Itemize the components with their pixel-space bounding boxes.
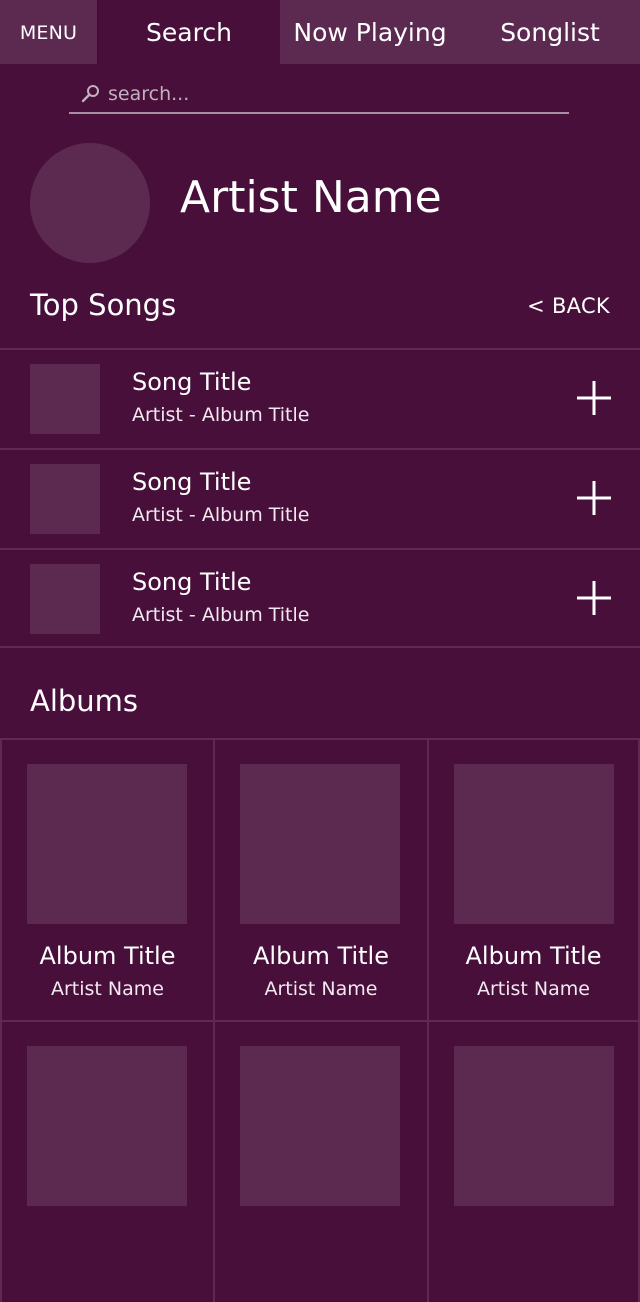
album-grid: Album Title Artist Name Album Title Arti…: [0, 738, 640, 1302]
plus-icon[interactable]: [576, 380, 612, 416]
tab-now-playing[interactable]: Now Playing: [280, 0, 460, 64]
song-title: Song Title: [132, 368, 252, 396]
artist-name: Artist Name: [180, 172, 442, 223]
song-thumbnail: [30, 464, 100, 534]
song-title: Song Title: [132, 568, 252, 596]
album-cover: [454, 764, 614, 924]
song-thumbnail: [30, 564, 100, 634]
search-input[interactable]: [108, 79, 569, 109]
tab-search[interactable]: Search: [98, 0, 280, 64]
song-row[interactable]: Song Title Artist - Album Title: [0, 548, 640, 648]
album-card[interactable]: [213, 1020, 427, 1302]
album-card[interactable]: Album Title Artist Name: [213, 738, 427, 1020]
album-artist: Artist Name: [51, 978, 164, 1000]
back-button[interactable]: < BACK: [527, 294, 610, 318]
song-subtitle: Artist - Album Title: [132, 504, 310, 526]
song-title: Song Title: [132, 468, 252, 496]
album-cover: [454, 1046, 614, 1206]
album-title: Album Title: [465, 942, 602, 970]
album-card[interactable]: Album Title Artist Name: [427, 738, 640, 1020]
tab-songlist-label: Songlist: [500, 17, 600, 47]
top-navigation: MENU Search Now Playing Songlist: [0, 0, 640, 64]
song-row[interactable]: Song Title Artist - Album Title: [0, 448, 640, 548]
plus-icon[interactable]: [576, 480, 612, 516]
album-card[interactable]: Album Title Artist Name: [0, 738, 213, 1020]
album-title: Album Title: [39, 942, 176, 970]
song-row[interactable]: Song Title Artist - Album Title: [0, 348, 640, 448]
album-cover: [240, 764, 400, 924]
album-card[interactable]: [0, 1020, 213, 1302]
tab-songlist[interactable]: Songlist: [460, 0, 640, 64]
tab-search-label: Search: [146, 17, 232, 47]
albums-heading: Albums: [30, 684, 139, 718]
menu-button-label: MENU: [19, 22, 78, 44]
song-thumbnail: [30, 364, 100, 434]
song-list: Song Title Artist - Album Title Song Tit…: [0, 348, 640, 648]
album-card[interactable]: [427, 1020, 640, 1302]
album-cover: [27, 764, 187, 924]
search-icon: [81, 85, 99, 103]
album-title: Album Title: [253, 942, 389, 970]
album-artist: Artist Name: [264, 978, 378, 1000]
album-cover: [240, 1046, 400, 1206]
tab-now-playing-label: Now Playing: [293, 17, 447, 47]
song-subtitle: Artist - Album Title: [132, 604, 310, 626]
menu-button[interactable]: MENU: [0, 0, 98, 64]
album-cover: [27, 1046, 187, 1206]
plus-icon[interactable]: [576, 580, 612, 616]
album-artist: Artist Name: [477, 978, 590, 1000]
search-bar: [69, 76, 569, 114]
top-songs-heading: Top Songs: [30, 288, 177, 322]
song-subtitle: Artist - Album Title: [132, 404, 310, 426]
artist-avatar: [30, 143, 150, 263]
